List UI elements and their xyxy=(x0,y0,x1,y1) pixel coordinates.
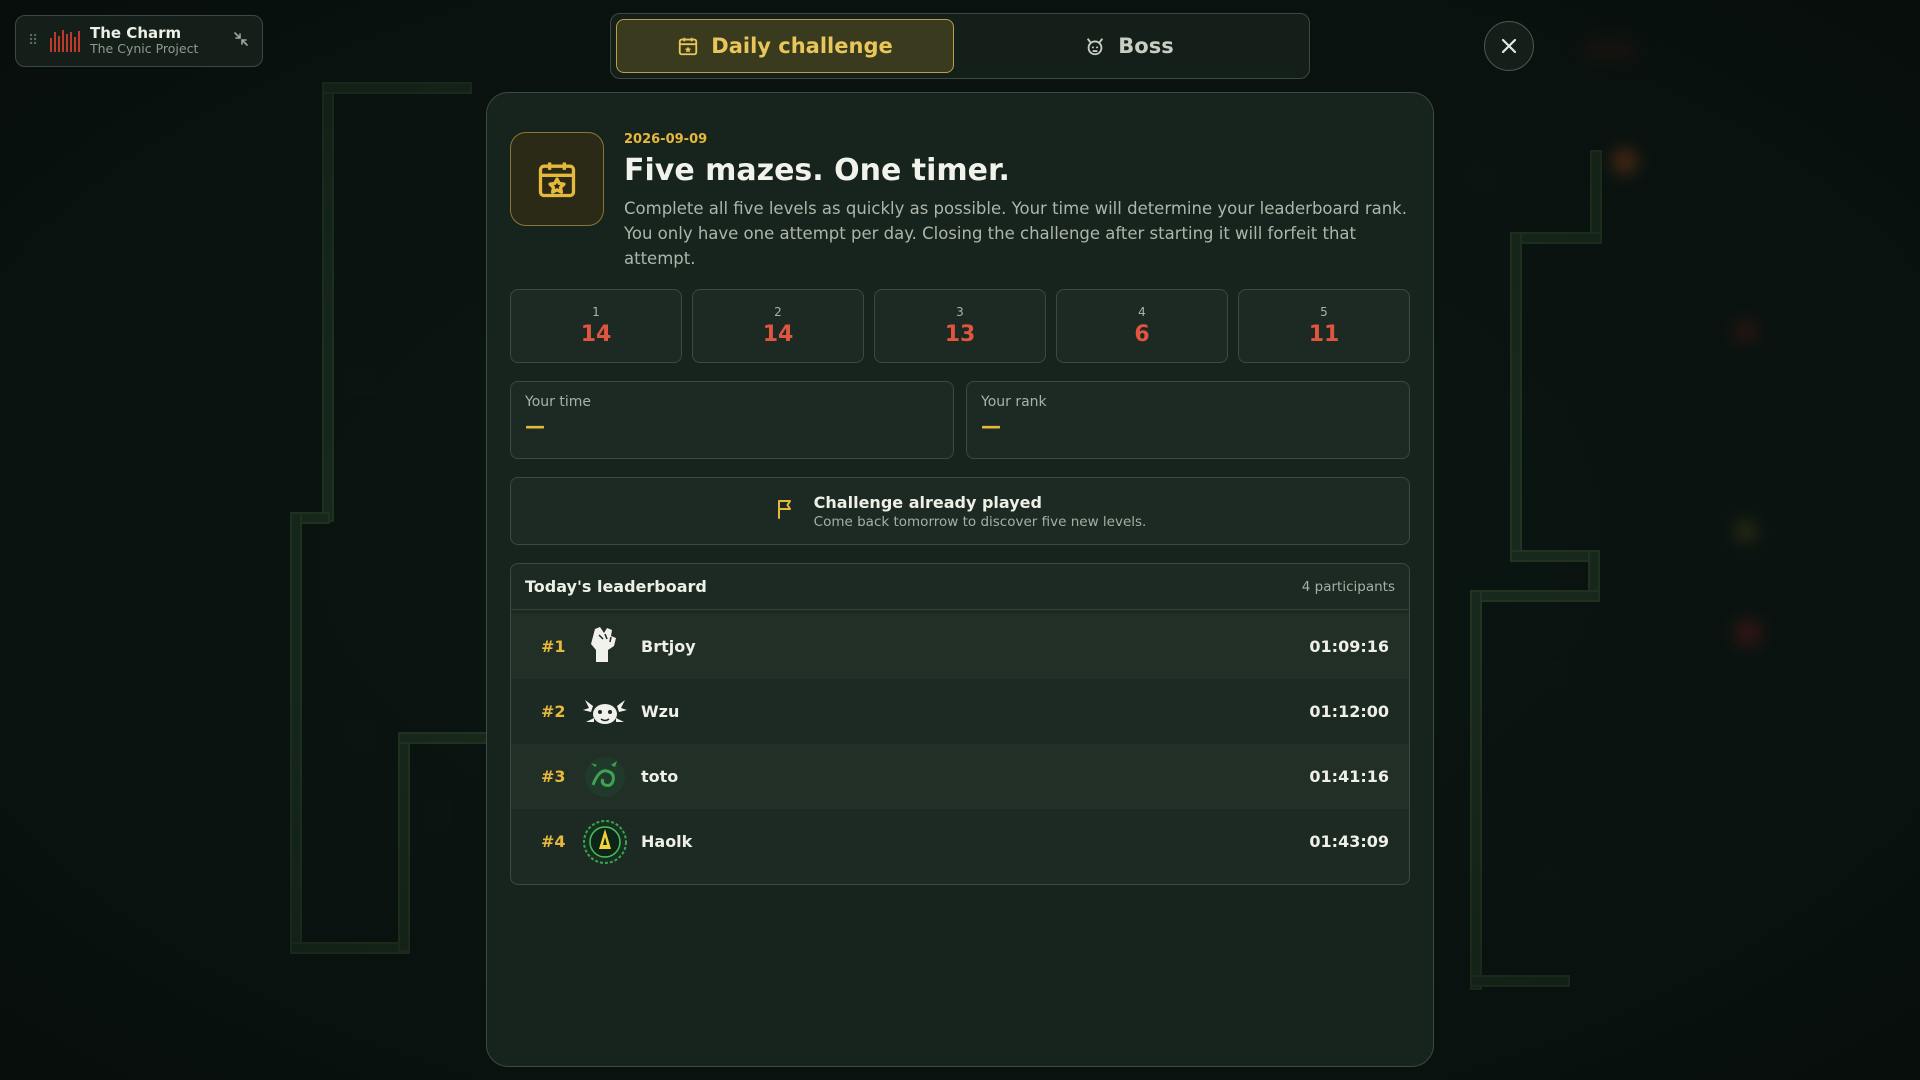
level-number: 3 xyxy=(956,305,964,319)
close-icon xyxy=(1501,38,1517,54)
player-time: 01:43:09 xyxy=(1309,832,1389,851)
tab-daily-challenge[interactable]: Daily challenge xyxy=(616,19,954,73)
axolotl-icon xyxy=(581,688,629,736)
player-name: Wzu xyxy=(641,702,680,721)
challenge-date: 2026-09-09 xyxy=(624,132,708,147)
calendar-star-icon xyxy=(510,132,604,226)
track-artist: The Cynic Project xyxy=(90,41,199,57)
your-rank-label: Your rank xyxy=(981,394,1047,410)
flame-badge-icon xyxy=(581,818,629,866)
player-time: 01:12:00 xyxy=(1309,702,1389,721)
description-line: Complete all five levels as quickly as p… xyxy=(624,199,1407,218)
fist-icon xyxy=(581,623,629,671)
challenge-header: 2026-09-09 Five mazes. One timer. Comple… xyxy=(510,132,1410,271)
your-time-label: Your time xyxy=(525,394,591,410)
demon-icon xyxy=(1084,35,1106,57)
level-card: 5 11 xyxy=(1238,289,1410,363)
notice-title: Challenge already played xyxy=(813,492,1042,512)
leaderboard-row[interactable]: #3 toto 01:41:16 xyxy=(511,744,1409,809)
your-rank-value: — xyxy=(981,414,1001,438)
level-value: 6 xyxy=(1134,322,1150,347)
level-number: 5 xyxy=(1320,305,1328,319)
leaderboard-header: Today's leaderboard 4 participants xyxy=(511,564,1409,610)
level-card: 3 13 xyxy=(874,289,1046,363)
drag-handle-icon[interactable]: ⠿ xyxy=(28,34,40,48)
description-line: You only have one attempt per day. Closi… xyxy=(624,224,1356,268)
player-name: toto xyxy=(641,767,679,786)
close-button[interactable] xyxy=(1484,21,1534,71)
challenge-description: Complete all five levels as quickly as p… xyxy=(624,196,1410,271)
your-time-value: — xyxy=(525,414,545,438)
leaderboard-row[interactable]: #2 Wzu 01:12:00 xyxy=(511,679,1409,744)
player-time: 01:41:16 xyxy=(1309,767,1389,786)
already-played-notice: Challenge already played Come back tomor… xyxy=(510,477,1410,545)
level-number: 1 xyxy=(592,305,600,319)
levels-row: 1 14 2 14 3 13 4 6 5 11 xyxy=(510,289,1410,363)
dragon-icon xyxy=(581,753,629,801)
tab-label: Daily challenge xyxy=(711,34,893,58)
level-value: 14 xyxy=(580,322,612,347)
challenge-panel: 2026-09-09 Five mazes. One timer. Comple… xyxy=(486,92,1434,1067)
player-name: Haolk xyxy=(641,832,693,851)
level-number: 2 xyxy=(774,305,782,319)
audio-bars-icon xyxy=(50,30,80,52)
level-value: 13 xyxy=(944,322,976,347)
player-time: 01:09:16 xyxy=(1309,637,1389,656)
tab-boss[interactable]: Boss xyxy=(954,19,1304,73)
flag-icon xyxy=(774,497,798,525)
rank-label: #3 xyxy=(541,767,566,786)
level-value: 11 xyxy=(1308,322,1340,347)
tab-label: Boss xyxy=(1118,34,1174,58)
challenge-title: Five mazes. One timer. xyxy=(624,153,1010,188)
player-stats: Your time — Your rank — xyxy=(510,381,1410,459)
mode-tabs: Daily challenge Boss xyxy=(610,13,1310,79)
your-time-card: Your time — xyxy=(510,381,954,459)
collapse-icon[interactable] xyxy=(232,30,250,52)
participant-count: 4 participants xyxy=(1301,578,1395,595)
level-card: 2 14 xyxy=(692,289,864,363)
rank-label: #2 xyxy=(541,702,566,721)
player-name: Brtjoy xyxy=(641,637,696,656)
level-value: 14 xyxy=(762,322,794,347)
leaderboard: Today's leaderboard 4 participants #1 Br… xyxy=(510,563,1410,885)
leaderboard-row[interactable]: #4 Haolk 01:43:09 xyxy=(511,809,1409,874)
your-rank-card: Your rank — xyxy=(966,381,1410,459)
notice-subtitle: Come back tomorrow to discover five new … xyxy=(813,513,1147,530)
level-number: 4 xyxy=(1138,305,1146,319)
leaderboard-row[interactable]: #1 Brtjoy 01:09:16 xyxy=(511,614,1409,679)
rank-label: #1 xyxy=(541,637,566,656)
leaderboard-title: Today's leaderboard xyxy=(525,577,707,596)
level-card: 1 14 xyxy=(510,289,682,363)
level-card: 4 6 xyxy=(1056,289,1228,363)
calendar-star-icon xyxy=(677,35,699,57)
music-player-widget[interactable]: ⠿ The Charm The Cynic Project xyxy=(15,15,263,67)
track-title: The Charm xyxy=(90,24,182,43)
rank-label: #4 xyxy=(541,832,566,851)
